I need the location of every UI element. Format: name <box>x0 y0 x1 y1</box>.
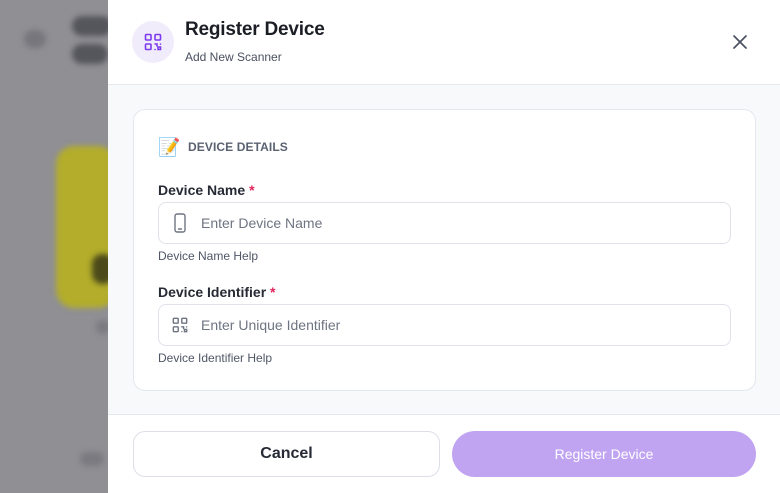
memo-icon: 📝 <box>158 137 181 157</box>
device-identifier-field[interactable] <box>158 304 731 346</box>
device-name-field[interactable] <box>158 202 731 244</box>
modal-header: Register Device Add New Scanner <box>108 0 780 85</box>
background-title <box>72 16 112 36</box>
device-name-help: Device Name Help <box>158 249 259 263</box>
device-name-input[interactable] <box>201 203 730 243</box>
background-back-button <box>24 30 46 48</box>
close-icon <box>733 35 747 49</box>
device-details-card: 📝 DEVICE DETAILS Device Name * Device Na… <box>133 109 756 391</box>
qr-code-icon <box>132 21 174 63</box>
device-identifier-help: Device Identifier Help <box>158 351 273 365</box>
background-card <box>56 146 116 308</box>
device-identifier-label: Device Identifier * <box>158 284 276 300</box>
background-title-line <box>72 44 108 64</box>
section-header: 📝 DEVICE DETAILS <box>158 137 288 157</box>
qr-code-icon <box>159 305 201 345</box>
register-device-button[interactable]: Register Device <box>452 431 756 477</box>
close-button[interactable] <box>728 30 752 54</box>
device-name-label: Device Name * <box>158 182 255 198</box>
phone-icon <box>159 203 201 243</box>
required-mark: * <box>249 182 255 198</box>
modal-title: Register Device <box>185 19 325 40</box>
section-label: DEVICE DETAILS <box>188 140 288 154</box>
background-element <box>80 452 104 466</box>
modal-subtitle: Add New Scanner <box>185 50 282 64</box>
register-device-modal: Register Device Add New Scanner 📝 DEVICE… <box>108 0 780 493</box>
cancel-button[interactable]: Cancel <box>133 431 440 477</box>
device-identifier-label-text: Device Identifier <box>158 284 267 300</box>
modal-footer: Cancel Register Device <box>108 414 780 493</box>
modal-body: 📝 DEVICE DETAILS Device Name * Device Na… <box>108 85 780 414</box>
required-mark: * <box>270 284 276 300</box>
device-identifier-input[interactable] <box>201 305 730 345</box>
device-name-label-text: Device Name <box>158 182 246 198</box>
